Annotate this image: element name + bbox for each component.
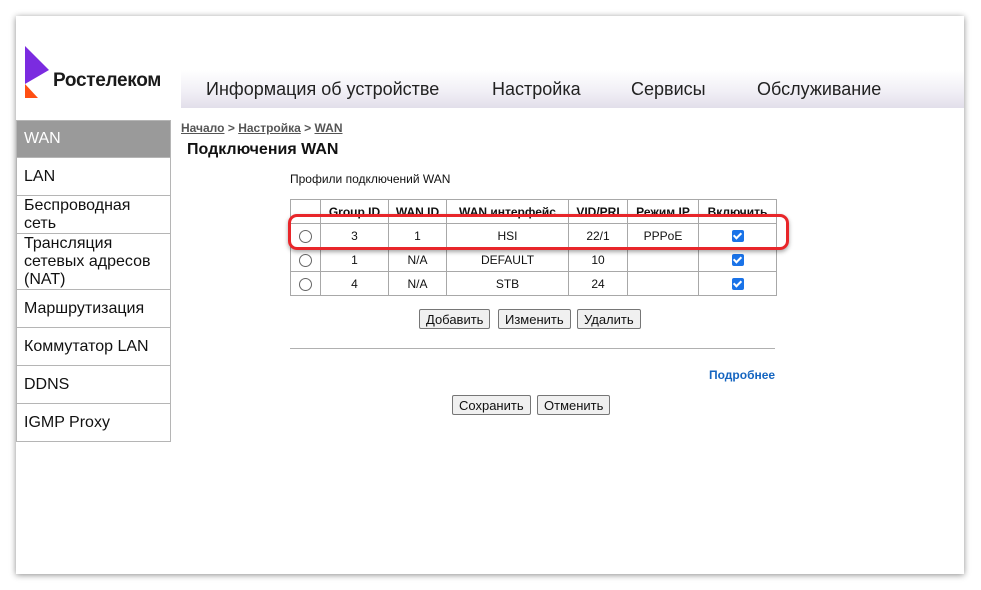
page-title: Подключения WAN <box>187 141 339 158</box>
sidebar-item-igmp-proxy[interactable]: IGMP Proxy <box>16 404 171 442</box>
cell-group-id: 1 <box>320 247 389 272</box>
more-details-link[interactable]: Подробнее <box>709 368 775 382</box>
divider <box>290 348 775 349</box>
cell-wan-id: N/A <box>388 271 447 296</box>
cell-ip-mode: PPPoE <box>627 223 699 248</box>
top-navigation: Информация об устройстве Настройка Серви… <box>181 70 964 108</box>
header-wan-id: WAN ID <box>388 199 447 224</box>
cell-vid-pri: 24 <box>568 271 628 296</box>
sidebar-item-wan[interactable]: WAN <box>16 120 171 158</box>
sidebar-item-lan[interactable]: LAN <box>16 158 171 196</box>
sidebar-item-nat[interactable]: Трансляция сетевых адресов (NAT) <box>16 234 171 290</box>
header-select <box>290 199 321 224</box>
edit-button[interactable]: Изменить <box>498 309 571 329</box>
cell-interface: STB <box>446 271 569 296</box>
breadcrumb-separator: > <box>304 121 312 135</box>
table-row: 1 N/A DEFAULT 10 <box>290 247 777 272</box>
header-enable: Включить <box>698 199 777 224</box>
header-ip-mode: Режим IP <box>627 199 699 224</box>
sidebar-item-wireless[interactable]: Беспроводная сеть <box>16 196 171 234</box>
cell-wan-id: 1 <box>388 223 447 248</box>
add-button[interactable]: Добавить <box>419 309 491 329</box>
sidebar-item-routing[interactable]: Маршрутизация <box>16 290 171 328</box>
rostelecom-logo: Ростелеком <box>25 46 185 100</box>
cancel-button[interactable]: Отменить <box>537 395 611 415</box>
enable-checkbox[interactable] <box>731 278 744 291</box>
enable-checkbox[interactable] <box>731 254 744 267</box>
row-select-radio[interactable] <box>299 277 312 291</box>
cell-ip-mode <box>627 271 699 296</box>
cell-group-id: 3 <box>320 223 389 248</box>
enable-checkbox[interactable] <box>731 230 744 243</box>
router-web-panel: Ростелеком Информация об устройстве Наст… <box>16 16 964 574</box>
breadcrumb: Начало > Настройка > WAN <box>181 121 343 135</box>
header-vid-pri: VID/PRI <box>568 199 628 224</box>
rostelecom-logo-icon <box>25 46 49 98</box>
cell-vid-pri: 10 <box>568 247 628 272</box>
cell-interface: HSI <box>446 223 569 248</box>
cell-wan-id: N/A <box>388 247 447 272</box>
breadcrumb-wan[interactable]: WAN <box>315 121 343 135</box>
tab-settings[interactable]: Настройка <box>492 79 581 100</box>
cell-ip-mode <box>627 247 699 272</box>
cell-group-id: 4 <box>320 271 389 296</box>
delete-button[interactable]: Удалить <box>577 309 641 329</box>
save-button[interactable]: Сохранить <box>452 395 531 415</box>
tab-device-info[interactable]: Информация об устройстве <box>206 79 439 100</box>
breadcrumb-home[interactable]: Начало <box>181 121 224 135</box>
sidebar-item-lan-switch[interactable]: Коммутатор LAN <box>16 328 171 366</box>
table-header-row: Group ID WAN ID WAN интерфейс VID/PRI Ре… <box>290 199 777 224</box>
sidebar-item-ddns[interactable]: DDNS <box>16 366 171 404</box>
row-select-radio[interactable] <box>299 253 312 267</box>
header-wan-interface: WAN интерфейс <box>446 199 569 224</box>
row-select-radio[interactable] <box>299 229 312 243</box>
breadcrumb-settings[interactable]: Настройка <box>238 121 301 135</box>
table-row: 4 N/A STB 24 <box>290 271 777 296</box>
tab-services[interactable]: Сервисы <box>631 79 706 100</box>
sidebar-menu: WAN LAN Беспроводная сеть Трансляция сет… <box>16 120 171 442</box>
section-label: Профили подключений WAN <box>290 172 451 186</box>
cell-interface: DEFAULT <box>446 247 569 272</box>
header-group-id: Group ID <box>320 199 389 224</box>
table-row: 3 1 HSI 22/1 PPPoE <box>290 223 777 248</box>
wan-connections-table: Group ID WAN ID WAN интерфейс VID/PRI Ре… <box>290 199 777 296</box>
tab-maintenance[interactable]: Обслуживание <box>757 79 881 100</box>
brand-name: Ростелеком <box>53 70 162 91</box>
cell-vid-pri: 22/1 <box>568 223 628 248</box>
breadcrumb-separator: > <box>227 121 235 135</box>
